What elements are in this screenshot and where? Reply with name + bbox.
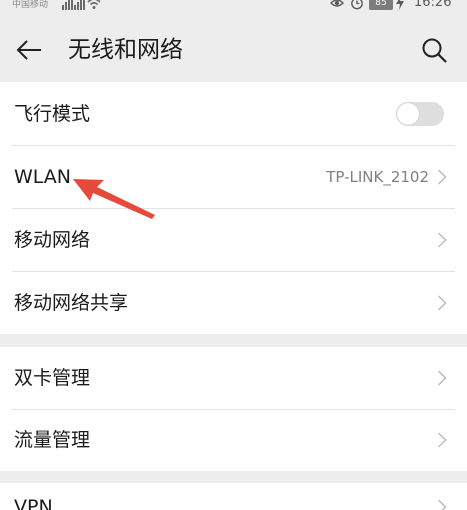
wifi-icon	[87, 0, 101, 9]
row-label-mobile-network: 移动网络	[14, 228, 91, 251]
row-control	[437, 231, 447, 248]
row-control	[437, 370, 447, 386]
chevron-right-icon	[437, 499, 447, 510]
row-label-wlan: WLAN	[14, 165, 72, 188]
eye-icon	[330, 0, 344, 7]
chevron-right-icon	[437, 370, 447, 386]
row-mobile-network[interactable]: 移动网络	[0, 208, 467, 271]
row-control	[396, 101, 447, 126]
battery-icon: 85	[369, 0, 393, 10]
settings-group-sim: 双卡管理 流量管理	[0, 347, 467, 471]
row-control	[437, 432, 447, 448]
app-bar: 无线和网络	[0, 14, 467, 82]
search-icon[interactable]	[420, 36, 450, 66]
row-control	[437, 499, 447, 510]
row-wlan[interactable]: WLAN TP-LINK_2102	[0, 145, 467, 208]
row-label-tethering: 移动网络共享	[14, 291, 129, 314]
chevron-right-icon	[437, 432, 447, 448]
charging-icon	[396, 0, 404, 10]
status-bar: 中国移动 85 16:26	[0, 0, 467, 14]
clock-time: 16:26	[414, 0, 452, 10]
chevron-right-icon	[437, 168, 447, 185]
signal-icon	[62, 0, 73, 10]
row-label-vpn: VPN	[14, 496, 53, 510]
wlan-network-name: TP-LINK_2102	[326, 167, 429, 186]
row-dual-sim[interactable]: 双卡管理	[0, 347, 467, 409]
alarm-icon	[351, 0, 363, 10]
signal-icon-2	[74, 0, 85, 10]
row-control	[437, 294, 447, 311]
row-label-data-usage: 流量管理	[14, 429, 91, 451]
carrier-name: 中国移动	[12, 0, 49, 10]
page-title: 无线和网络	[68, 37, 183, 63]
airplane-mode-toggle[interactable]	[396, 101, 444, 126]
chevron-right-icon	[437, 231, 447, 248]
settings-group-network: 飞行模式 WLAN TP-LINK_2102 移动网络 移动网络共享	[0, 82, 467, 334]
row-airplane-mode[interactable]: 飞行模式	[0, 82, 467, 145]
row-vpn[interactable]: VPN	[0, 483, 467, 510]
row-data-usage[interactable]: 流量管理	[0, 409, 467, 471]
row-label-airplane-mode: 飞行模式	[14, 102, 91, 125]
settings-group-vpn: VPN	[0, 483, 467, 510]
row-control: TP-LINK_2102	[326, 167, 447, 187]
row-label-dual-sim: 双卡管理	[14, 367, 91, 389]
back-arrow-icon[interactable]	[15, 38, 43, 62]
chevron-right-icon	[437, 294, 447, 311]
row-tethering[interactable]: 移动网络共享	[0, 271, 467, 334]
toggle-knob	[397, 102, 419, 125]
